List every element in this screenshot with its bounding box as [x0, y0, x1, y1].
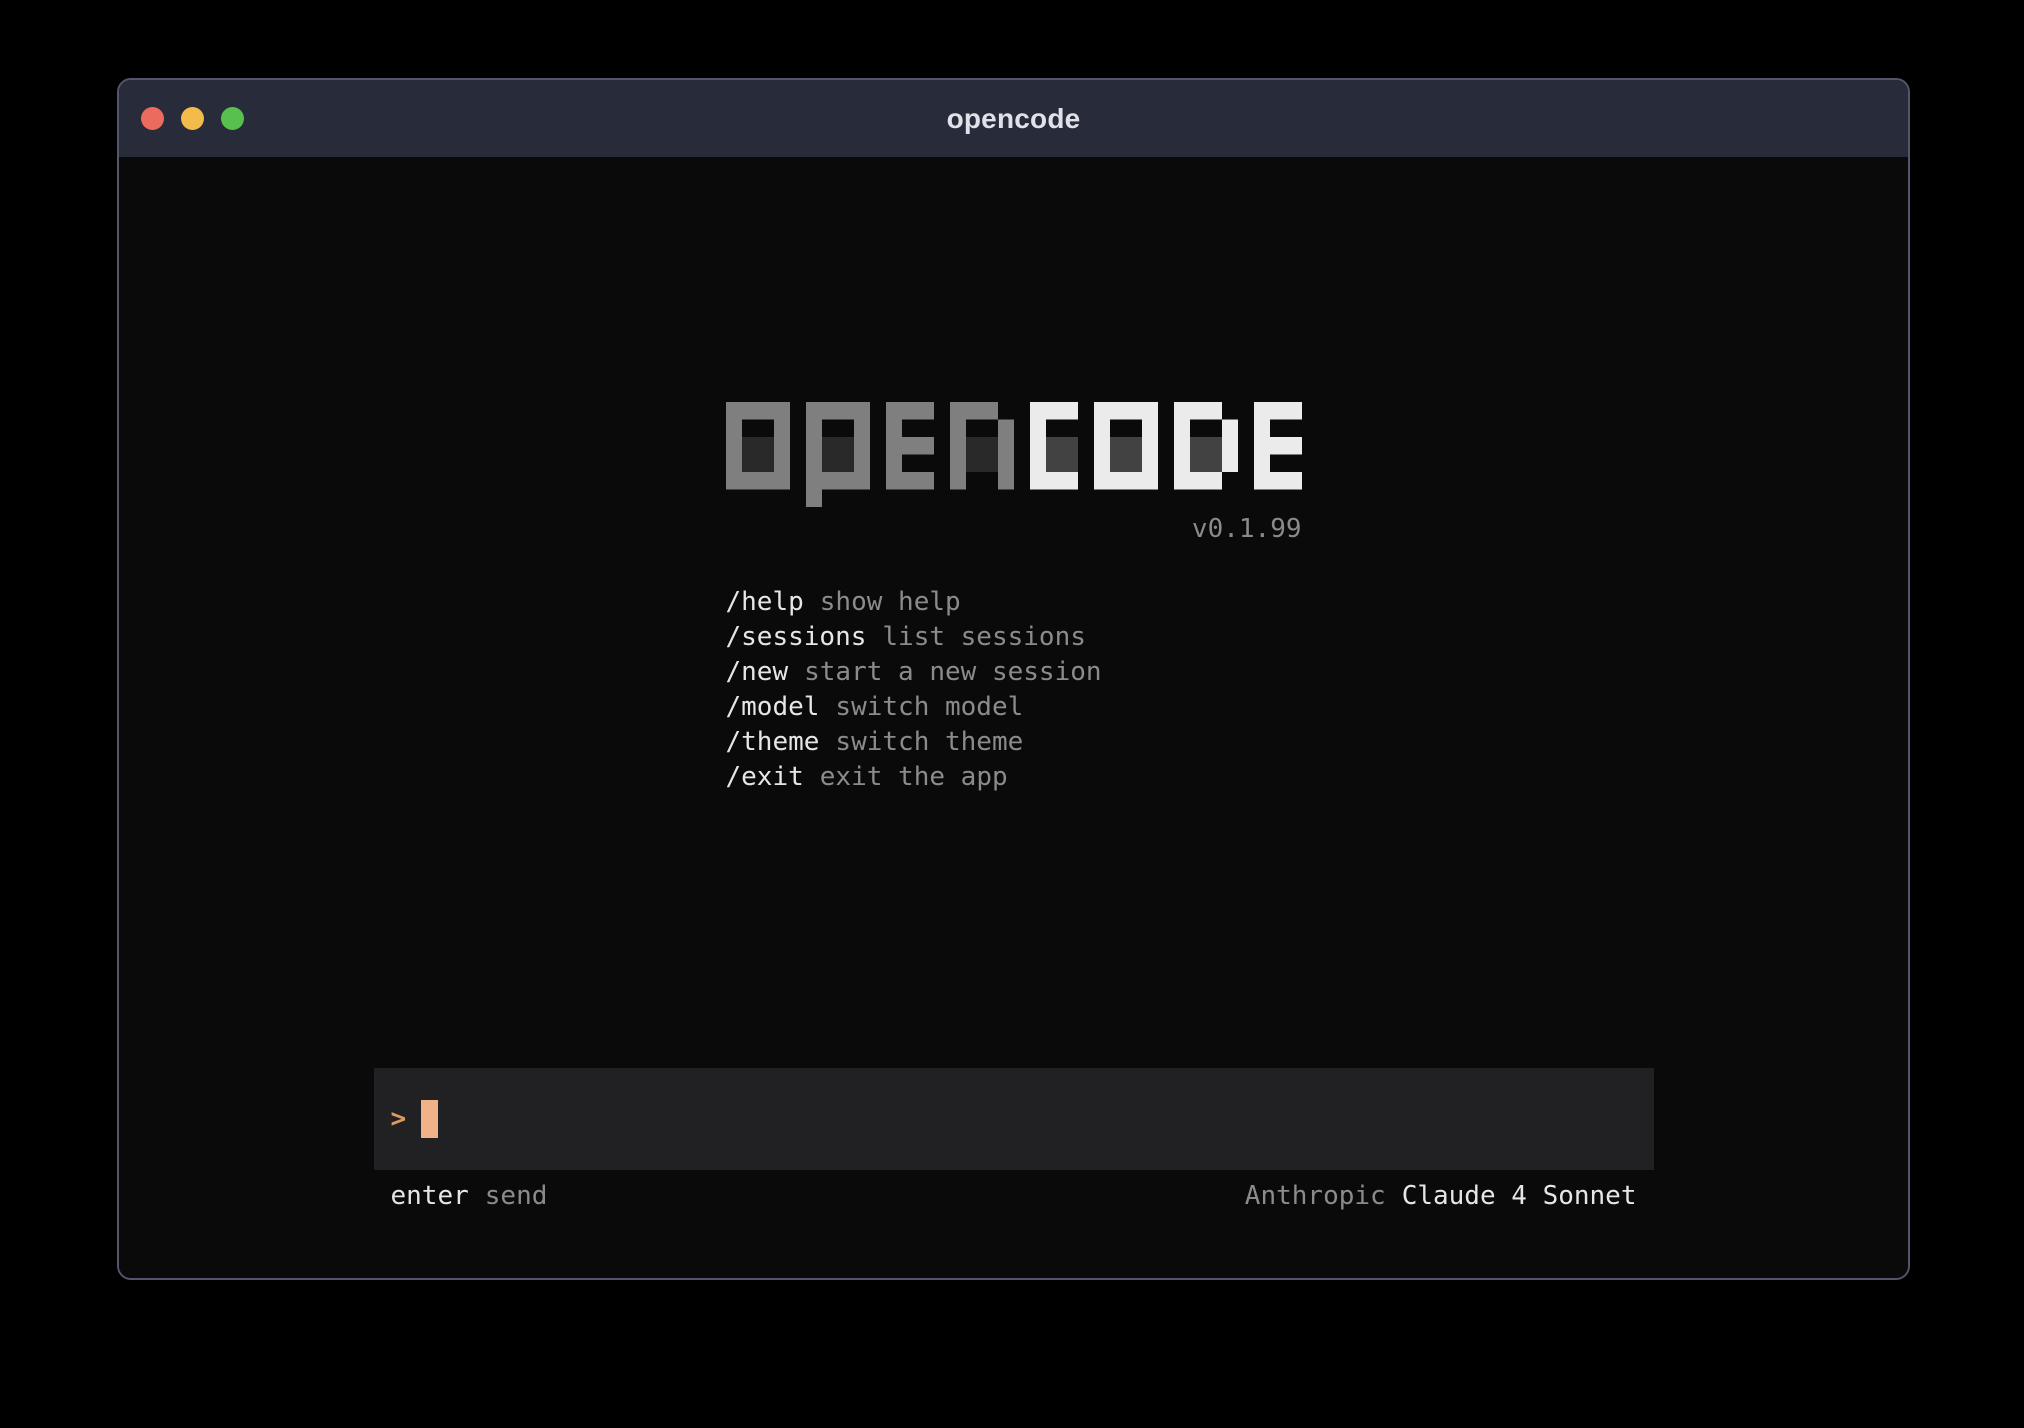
- opencode-window: opencode v0.1.99 /help show help/sessions…: [117, 78, 1910, 1280]
- close-button[interactable]: [141, 107, 164, 130]
- minimize-button[interactable]: [181, 107, 204, 130]
- window-titlebar[interactable]: opencode: [119, 80, 1908, 157]
- enter-key-hint: enter: [391, 1181, 469, 1211]
- command-description: switch theme: [835, 727, 1023, 757]
- prompt-input[interactable]: >: [374, 1068, 1654, 1170]
- command-row: /new start a new session: [726, 655, 1302, 690]
- command-row: /model switch model: [726, 690, 1302, 725]
- command-name: /exit: [726, 762, 804, 792]
- command-description: exit the app: [820, 762, 1008, 792]
- text-cursor: [421, 1100, 438, 1138]
- command-row: /help show help: [726, 585, 1302, 620]
- window-title: opencode: [947, 103, 1081, 135]
- send-action-hint: send: [485, 1181, 548, 1211]
- send-hint: enter send: [391, 1180, 548, 1212]
- command-description: switch model: [835, 692, 1023, 722]
- command-name: /model: [726, 692, 820, 722]
- command-row: /sessions list sessions: [726, 620, 1302, 655]
- zoom-button[interactable]: [221, 107, 244, 130]
- status-bar: enter send Anthropic Claude 4 Sonnet: [374, 1180, 1654, 1212]
- model-label: Claude 4 Sonnet: [1402, 1181, 1637, 1211]
- command-list: /help show help/sessions list sessions/new…: [726, 585, 1302, 795]
- prompt-caret: >: [391, 1100, 407, 1138]
- command-name: /sessions: [726, 622, 867, 652]
- command-name: /theme: [726, 727, 820, 757]
- terminal-screen: v0.1.99 /help show help/sessions list sess…: [119, 157, 1908, 1280]
- command-name: /new: [726, 657, 789, 687]
- command-row: /theme switch theme: [726, 725, 1302, 760]
- command-description: start a new session: [804, 657, 1101, 687]
- command-name: /help: [726, 587, 804, 617]
- opencode-logo: [726, 402, 1302, 507]
- command-description: list sessions: [882, 622, 1086, 652]
- model-indicator: Anthropic Claude 4 Sonnet: [1245, 1180, 1637, 1212]
- traffic-lights: [141, 80, 244, 157]
- splash-hero: v0.1.99 /help show help/sessions list sess…: [726, 402, 1302, 795]
- version-label: v0.1.99: [726, 513, 1302, 545]
- provider-label: Anthropic: [1245, 1181, 1386, 1211]
- command-description: show help: [820, 587, 961, 617]
- command-row: /exit exit the app: [726, 760, 1302, 795]
